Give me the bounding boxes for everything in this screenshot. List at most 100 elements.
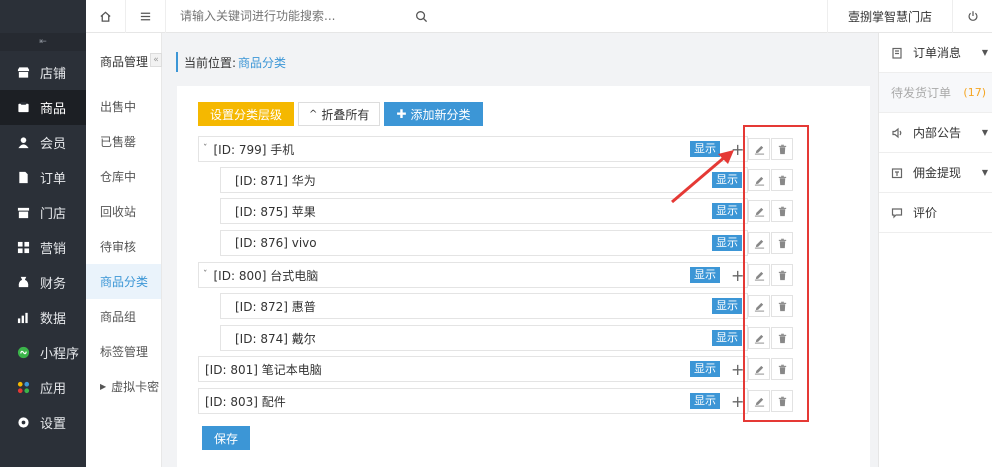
sidebar-item-2[interactable]: 会员 bbox=[0, 125, 86, 160]
sidebar-item-3[interactable]: 订单 bbox=[0, 160, 86, 195]
sidebar-item-5[interactable]: 营销 bbox=[0, 230, 86, 265]
sidebar-item-label: 财务 bbox=[40, 277, 67, 292]
tree-row: [ID: 874] 戴尔 显示 bbox=[220, 325, 748, 351]
search-box bbox=[166, 0, 436, 33]
visibility-badge[interactable]: 显示 bbox=[690, 361, 720, 377]
category-name: [ID: 801] 笔记本电脑 bbox=[205, 362, 322, 377]
internal-notice-item[interactable]: 内部公告 ▼ bbox=[879, 113, 992, 153]
internal-notice-label: 内部公告 bbox=[913, 126, 962, 140]
sub-sidebar-title: 商品管理 « bbox=[86, 33, 162, 89]
visibility-badge[interactable]: 显示 bbox=[712, 298, 742, 314]
sub-sidebar-item-8[interactable]: ▶ 虚拟卡密 bbox=[86, 369, 161, 404]
visibility-badge[interactable]: 显示 bbox=[712, 330, 742, 346]
chevron-down-icon: ▼ bbox=[981, 48, 988, 57]
data-icon bbox=[16, 311, 30, 325]
category-name: [ID: 800] 台式电脑 bbox=[213, 268, 319, 283]
sidebar-item-label: 门店 bbox=[40, 207, 67, 222]
breadcrumb-current[interactable]: 商品分类 bbox=[238, 54, 286, 71]
visibility-badge[interactable]: 显示 bbox=[690, 393, 720, 409]
sidebar-item-8[interactable]: 小程序 bbox=[0, 335, 86, 370]
order-message-label: 订单消息 bbox=[913, 46, 962, 60]
sub-sidebar-item-label: 商品分类 bbox=[100, 275, 149, 289]
sidebar-item-label: 应用 bbox=[40, 382, 67, 397]
order-message-item[interactable]: 订单消息 ▼ bbox=[879, 33, 992, 73]
category-toolbar: 设置分类层级 ^ 折叠所有 ✚ 添加新分类 bbox=[198, 102, 483, 126]
pending-shipment-label: 待发货订单 bbox=[891, 86, 952, 100]
category-name: [ID: 799] 手机 bbox=[213, 142, 295, 157]
add-category-label: 添加新分类 bbox=[410, 107, 471, 122]
sub-sidebar-item-label: 出售中 bbox=[100, 100, 137, 114]
sub-sidebar-item-5[interactable]: 商品分类 bbox=[86, 264, 161, 299]
sidebar-item-label: 数据 bbox=[40, 312, 67, 327]
home-icon bbox=[100, 10, 111, 22]
sub-sidebar-item-2[interactable]: 仓库中 bbox=[86, 159, 161, 194]
category-name: [ID: 876] vivo bbox=[235, 236, 317, 250]
order-icon bbox=[16, 171, 30, 185]
shop-icon bbox=[16, 206, 30, 220]
sub-sidebar-item-label: 待审核 bbox=[100, 240, 137, 254]
speaker-icon bbox=[891, 127, 903, 139]
logo-area bbox=[0, 0, 86, 33]
save-button[interactable]: 保存 bbox=[202, 426, 251, 450]
top-bar: 壹捌掌智慧门店 bbox=[86, 0, 992, 33]
member-icon bbox=[16, 136, 30, 150]
commission-withdraw-item[interactable]: 佣金提现 ▼ bbox=[879, 153, 992, 193]
visibility-badge[interactable]: 显示 bbox=[690, 267, 720, 283]
tree-row: ˇ [ID: 799] 手机 显示 + bbox=[198, 136, 748, 162]
sub-sidebar-collapse-button[interactable]: « bbox=[150, 53, 162, 67]
right-panel: 订单消息 ▼ 待发货订单 (17) 内部公告 ▼ 佣金提现 ▼ 评价 bbox=[878, 33, 992, 467]
sidebar-item-0[interactable]: 店铺 bbox=[0, 55, 86, 90]
sub-sidebar-item-label: 仓库中 bbox=[100, 170, 137, 184]
review-item[interactable]: 评价 bbox=[879, 193, 992, 233]
search-icon[interactable] bbox=[415, 10, 428, 23]
home-button[interactable] bbox=[86, 0, 126, 33]
logout-button[interactable] bbox=[952, 0, 992, 33]
expand-caret-icon[interactable]: ˇ bbox=[203, 270, 208, 280]
sidebar-item-label: 设置 bbox=[40, 417, 67, 432]
sidebar-item-6[interactable]: 财务 bbox=[0, 265, 86, 300]
category-name: [ID: 874] 戴尔 bbox=[235, 331, 316, 346]
sidebar-collapse-button[interactable]: ⇤ bbox=[0, 33, 86, 51]
sidebar-item-4[interactable]: 门店 bbox=[0, 195, 86, 230]
sidebar-item-7[interactable]: 数据 bbox=[0, 300, 86, 335]
power-icon bbox=[967, 11, 978, 21]
settings-icon bbox=[16, 416, 30, 430]
collapse-all-button[interactable]: ^ 折叠所有 bbox=[298, 102, 381, 126]
sub-sidebar-title-text: 商品管理 bbox=[100, 54, 149, 69]
sidebar-item-1[interactable]: 商品 bbox=[0, 90, 86, 125]
sub-sidebar-item-1[interactable]: 已售罄 bbox=[86, 124, 161, 159]
tree-row: [ID: 801] 笔记本电脑 显示 + bbox=[198, 356, 748, 382]
sub-sidebar-item-label: 虚拟卡密 bbox=[111, 380, 160, 394]
expand-caret-icon[interactable]: ˇ bbox=[203, 144, 208, 154]
review-label: 评价 bbox=[913, 206, 938, 220]
annotation-highlight-box bbox=[743, 125, 809, 422]
visibility-badge[interactable]: 显示 bbox=[712, 235, 742, 251]
marketing-icon bbox=[16, 241, 30, 255]
goods-icon bbox=[16, 101, 30, 115]
chevron-up-icon: ^ bbox=[309, 108, 318, 120]
tree-row: [ID: 876] vivo 显示 bbox=[220, 230, 748, 256]
sub-sidebar-item-3[interactable]: 回收站 bbox=[86, 194, 161, 229]
chevron-down-icon: ▼ bbox=[981, 128, 988, 137]
sub-sidebar-item-4[interactable]: 待审核 bbox=[86, 229, 161, 264]
set-level-button[interactable]: 设置分类层级 bbox=[198, 102, 295, 126]
sub-sidebar-item-7[interactable]: 标签管理 bbox=[86, 334, 161, 369]
commission-withdraw-label: 佣金提现 bbox=[913, 166, 962, 180]
sidebar-item-label: 小程序 bbox=[40, 347, 80, 362]
comment-icon bbox=[891, 207, 903, 219]
store-name[interactable]: 壹捌掌智慧门店 bbox=[826, 0, 952, 33]
sidebar-item-9[interactable]: 应用 bbox=[0, 370, 86, 405]
sub-sidebar-item-label: 标签管理 bbox=[100, 345, 149, 359]
sub-sidebar-item-0[interactable]: 出售中 bbox=[86, 89, 161, 124]
clipboard-icon bbox=[891, 47, 903, 59]
pending-shipment-item[interactable]: 待发货订单 (17) bbox=[879, 73, 992, 113]
menu-toggle-button[interactable] bbox=[126, 0, 166, 33]
sub-sidebar-item-6[interactable]: 商品组 bbox=[86, 299, 161, 334]
sidebar-item-10[interactable]: 设置 bbox=[0, 405, 86, 440]
sidebar-item-label: 订单 bbox=[40, 172, 67, 187]
sidebar-item-label: 商品 bbox=[40, 102, 67, 117]
search-input[interactable] bbox=[166, 0, 436, 33]
store-icon bbox=[16, 66, 30, 80]
add-category-button[interactable]: ✚ 添加新分类 bbox=[384, 102, 483, 126]
sub-sidebar-item-label: 已售罄 bbox=[100, 135, 137, 149]
